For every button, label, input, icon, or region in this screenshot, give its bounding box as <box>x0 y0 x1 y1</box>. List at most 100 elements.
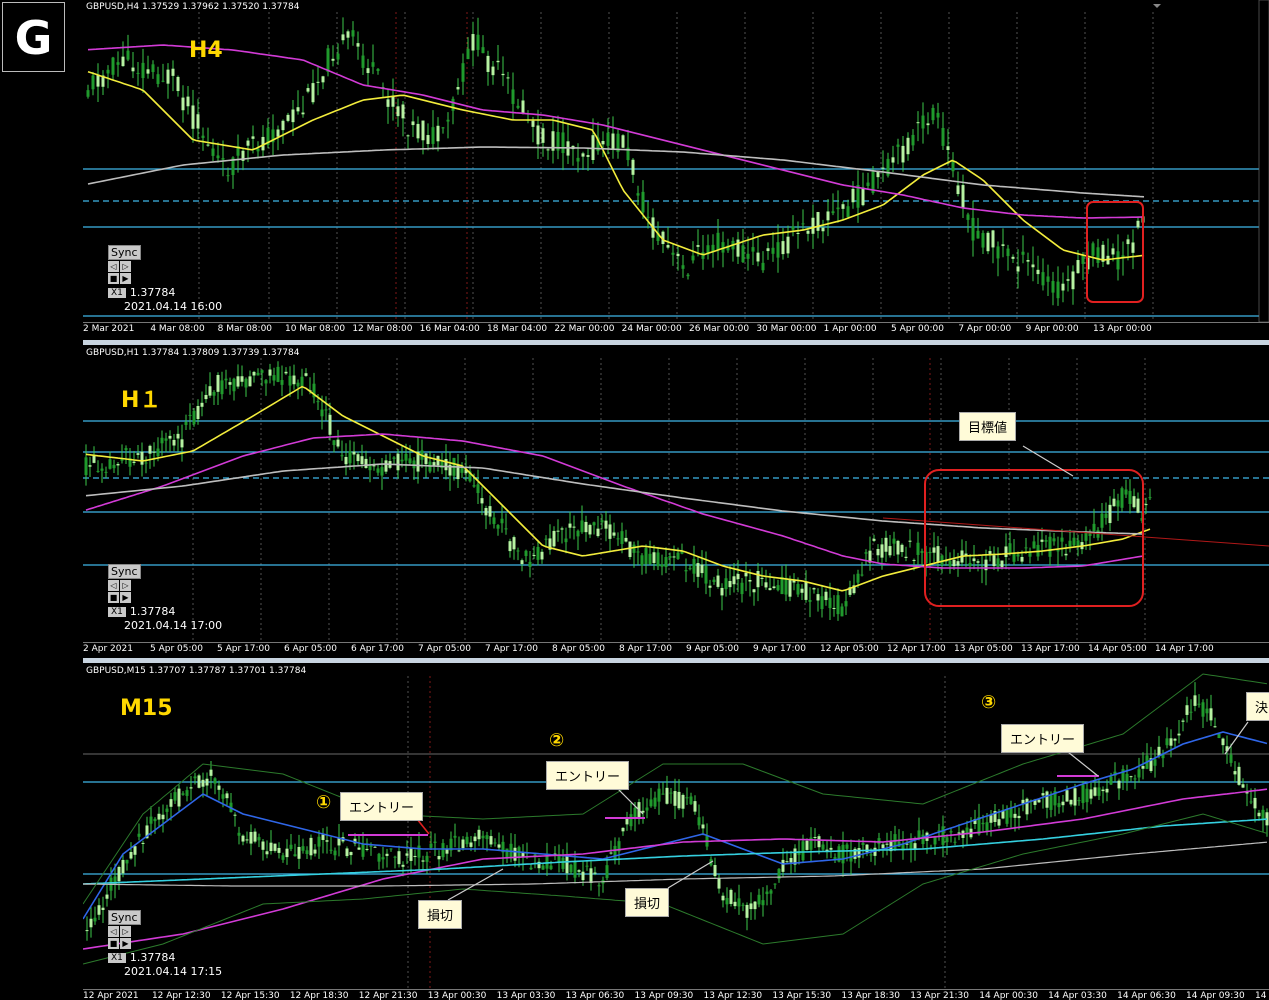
h1-candle <box>540 551 544 560</box>
h1-candle <box>684 570 688 572</box>
h1-candle <box>432 462 436 466</box>
m15-candle <box>461 839 465 849</box>
h4-prev-icon[interactable]: ◁ <box>108 261 119 272</box>
h1-candle <box>1044 540 1048 542</box>
x-tick-label: 14 Apr 12:3 <box>1255 991 1269 1000</box>
h4-multiplier[interactable]: X1 <box>108 287 126 298</box>
m15-candle <box>1249 801 1253 803</box>
m15-candle <box>417 845 421 858</box>
h4-candle <box>256 148 260 152</box>
h1-play-icon[interactable]: ▷ <box>120 580 131 591</box>
h1-candle <box>936 546 940 563</box>
h1-candle <box>192 410 196 425</box>
h1-candle <box>604 520 608 529</box>
m15-candle <box>1057 803 1061 808</box>
h4-candle <box>1016 266 1020 272</box>
h1-candle <box>628 541 632 557</box>
h4-candle <box>581 153 585 157</box>
m15-prev-icon[interactable]: ◁ <box>108 926 119 937</box>
m15-candle <box>981 822 985 825</box>
h4-candle <box>376 68 380 72</box>
h4-candle <box>366 68 370 74</box>
x-tick-label: 7 Apr 05:00 <box>418 644 471 654</box>
h1-next-icon[interactable]: ▶ <box>120 592 131 603</box>
h4-candle <box>421 120 425 141</box>
h1-candle <box>320 409 324 417</box>
m15-candle <box>309 837 313 856</box>
h4-candle <box>1081 255 1085 264</box>
h1-candle <box>152 451 156 453</box>
h1-stop-icon[interactable]: ■ <box>108 592 119 603</box>
h1-candle <box>864 552 868 554</box>
h1-candle <box>612 532 616 536</box>
h4-play-icon[interactable]: ▷ <box>120 261 131 272</box>
h1-candle <box>632 544 636 553</box>
m15-candle <box>101 907 105 911</box>
m15-chart-panel[interactable]: GBPUSD,M15 1.37707 1.37787 1.37701 1.377… <box>83 664 1269 1000</box>
h1-candle <box>300 376 304 386</box>
h4-candle <box>1136 220 1140 228</box>
h1-candle <box>1144 504 1148 506</box>
h1-candle <box>872 538 876 541</box>
h4-chart-panel[interactable]: GBPUSD,H4 1.37529 1.37962 1.37520 1.3778… <box>83 0 1269 340</box>
h1-chart-panel[interactable]: GBPUSD,H1 1.37784 1.37809 1.37739 1.3778… <box>83 346 1269 658</box>
h1-x-axis: 2 Apr 2021 5 Apr 05:00 5 Apr 17:00 6 Apr 05… <box>83 642 1269 657</box>
h4-candle <box>246 140 250 146</box>
panel-separator[interactable] <box>83 340 1269 345</box>
h4-next-icon[interactable]: ▶ <box>120 273 131 284</box>
h4-candle <box>396 106 400 117</box>
h1-candle <box>784 577 788 595</box>
h1-prev-icon[interactable]: ◁ <box>108 580 119 591</box>
m15-candle <box>589 868 593 883</box>
h4-candle <box>176 76 180 92</box>
h1-candle <box>592 522 596 526</box>
m15-candle <box>249 831 253 844</box>
h4-candle <box>741 245 745 263</box>
h4-candle <box>601 140 605 145</box>
h4-candle <box>466 48 470 60</box>
m15-play-icon[interactable]: ▷ <box>120 926 131 937</box>
m15-multiplier[interactable]: X1 <box>108 952 126 963</box>
h4-candle <box>966 214 970 220</box>
h4-candle <box>976 230 980 239</box>
h1-candle <box>1112 498 1116 507</box>
h1-sync-widget[interactable]: Sync ◁ ▷ ■ ▶ X1 1.37784 2021.04.14 17:00 <box>108 564 222 632</box>
h1-candle <box>912 559 916 561</box>
h1-sync-button[interactable]: Sync <box>108 564 141 579</box>
h1-candle <box>1068 540 1072 547</box>
m15-next-icon[interactable]: ▶ <box>120 938 131 949</box>
h1-candle <box>480 498 484 504</box>
m15-candle <box>301 846 305 851</box>
m15-candle <box>165 808 169 812</box>
h4-candle <box>371 62 375 67</box>
h4-scroll-marker-icon <box>1153 4 1161 8</box>
m15-candle <box>741 904 745 906</box>
x-tick-label: 12 Apr 2021 <box>83 991 139 1000</box>
m15-candle <box>269 842 273 852</box>
h4-sync-widget[interactable]: Sync ◁ ▷ ■ ▶ X1 1.37784 2021.04.14 16:00 <box>108 245 222 313</box>
x-tick-label: 12 Apr 21:30 <box>358 991 418 1000</box>
m15-candle <box>1133 778 1137 780</box>
m15-candle <box>453 835 457 838</box>
m15-candle <box>153 818 157 822</box>
h4-candle <box>291 109 295 123</box>
h1-candle <box>860 574 864 576</box>
panel-separator[interactable] <box>83 658 1269 663</box>
h4-stop-icon[interactable]: ■ <box>108 273 119 284</box>
m15-sync-button[interactable]: Sync <box>108 910 141 925</box>
m15-sync-widget[interactable]: Sync ◁ ▷ ■ ▶ X1 1.37784 2021.04.14 17:15 <box>108 910 222 978</box>
x-tick-label: 12 Mar 08:00 <box>352 324 413 334</box>
m15-candle <box>1257 812 1261 817</box>
m15-bband-lower <box>83 813 1268 965</box>
h4-sync-button[interactable]: Sync <box>108 245 141 260</box>
h1-candle <box>1040 539 1044 542</box>
x-tick-label: 12 Apr 15:30 <box>220 991 280 1000</box>
m15-stop-icon[interactable]: ■ <box>108 938 119 949</box>
h1-multiplier[interactable]: X1 <box>108 606 126 617</box>
h1-candle <box>928 551 932 554</box>
h4-candle <box>611 133 615 150</box>
m15-candle <box>493 842 497 844</box>
m15-candle <box>405 853 409 856</box>
h1-candle <box>484 508 488 516</box>
m15-candle <box>129 851 133 859</box>
